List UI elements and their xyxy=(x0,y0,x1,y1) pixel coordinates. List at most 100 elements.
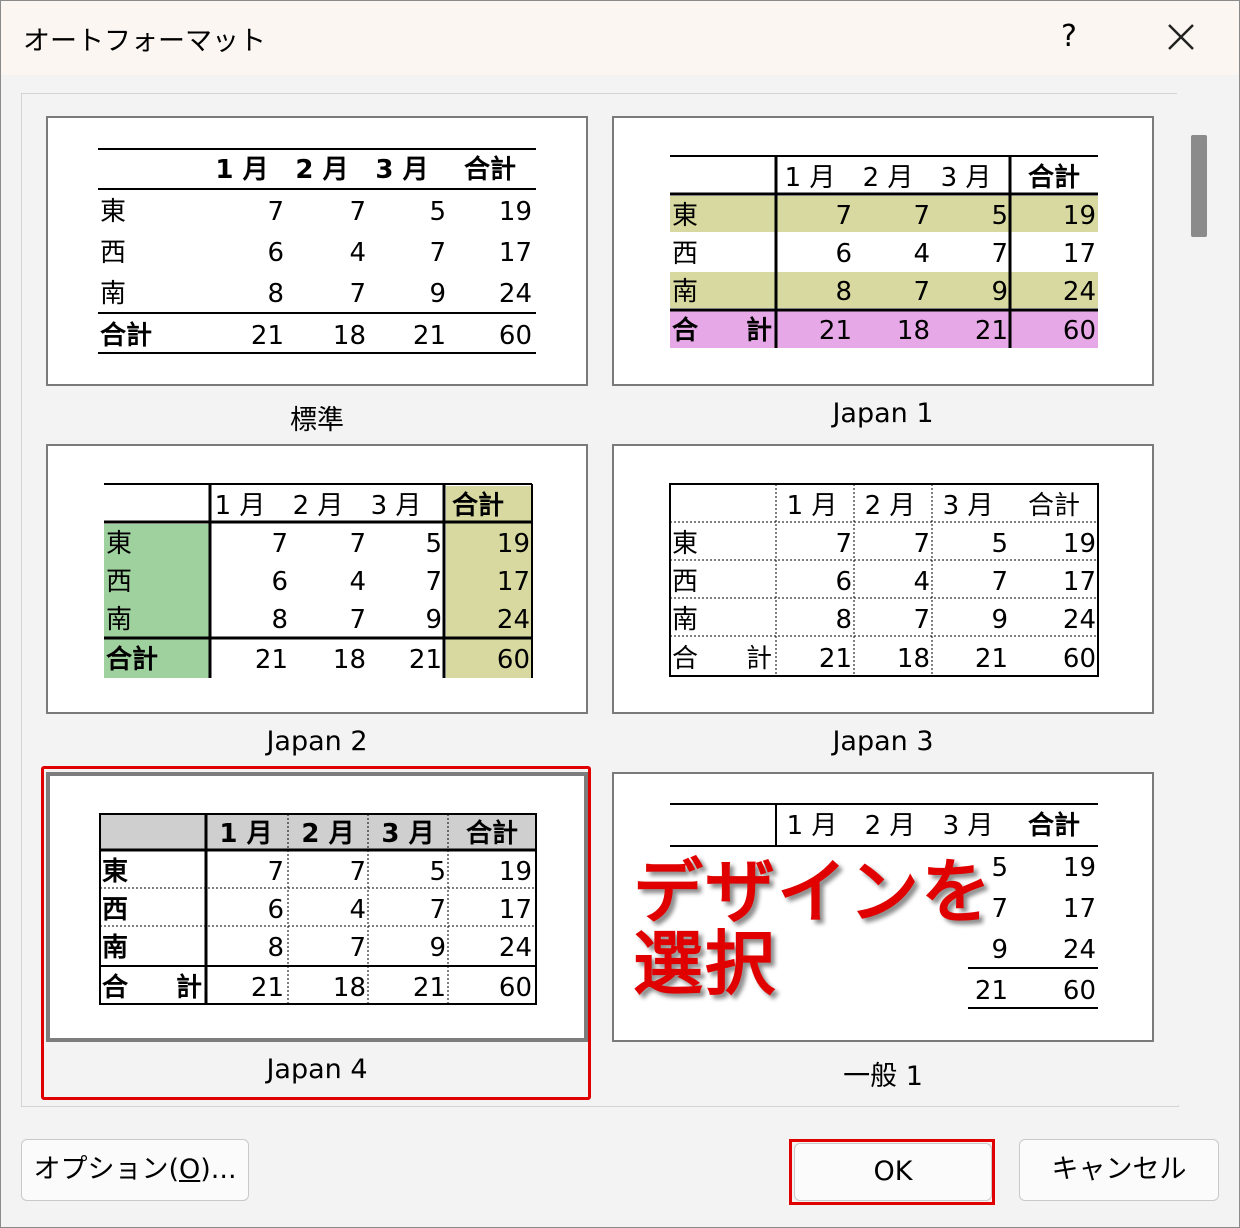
help-button[interactable]: ? xyxy=(1049,15,1089,59)
cell: 9 xyxy=(991,605,1008,635)
cell: 7 xyxy=(349,605,366,635)
cell: 60 xyxy=(1063,976,1096,1006)
cell: 24 xyxy=(1063,935,1096,965)
cell: 60 xyxy=(499,321,532,351)
cell: 8 xyxy=(835,277,852,307)
options-button[interactable]: オプション(O)... xyxy=(21,1139,249,1201)
cell: 7 xyxy=(835,529,852,559)
row-label: 西 xyxy=(100,238,126,268)
cell: 4 xyxy=(349,567,366,597)
total-label: 合 計 xyxy=(672,644,772,674)
month-header: 2 月 xyxy=(865,811,916,841)
cell: 19 xyxy=(497,529,530,559)
cell: 17 xyxy=(497,567,530,597)
cell: 17 xyxy=(1063,567,1096,597)
format-item-standard[interactable]: 1 月 2 月 3 月 合計 東 西 南 合計 7 7 5 19 6 4 7 1… xyxy=(46,116,588,436)
cell: 7 xyxy=(913,605,930,635)
format-preview: 1 月 2 月 3 月 合計 東 西 南 合 計 7 7 5 19 6 4 7 … xyxy=(612,116,1154,386)
cell: 24 xyxy=(1063,277,1096,307)
ok-highlight xyxy=(789,1139,995,1205)
cell: 21 xyxy=(409,645,442,675)
cell: 24 xyxy=(1063,605,1096,635)
cell: 7 xyxy=(349,279,366,309)
format-name: Japan 1 xyxy=(832,398,934,429)
options-label-end: )... xyxy=(200,1154,237,1185)
row-label: 南 xyxy=(106,605,132,635)
month-header: 1 月 xyxy=(785,163,836,193)
month-header: 1 月 xyxy=(787,811,838,841)
options-label: オプション( xyxy=(33,1154,179,1185)
format-item-japan1[interactable]: 1 月 2 月 3 月 合計 東 西 南 合 計 7 7 5 19 6 4 7 … xyxy=(612,116,1154,429)
preview-japan2: 1 月 2 月 3 月 合計 東 西 南 合計 7 7 5 19 6 4 7 1… xyxy=(104,483,533,678)
close-button[interactable] xyxy=(1153,13,1209,61)
cell: 5 xyxy=(991,853,1008,883)
row-label: 西 xyxy=(672,239,698,269)
cell: 7 xyxy=(835,201,852,231)
cell: 5 xyxy=(991,529,1008,559)
row-label: 東 xyxy=(100,197,126,227)
cancel-button[interactable]: キャンセル xyxy=(1019,1139,1219,1201)
annotation-callout: デザインを 選択 xyxy=(633,856,993,1000)
gallery-scrollbar[interactable] xyxy=(1177,93,1217,1105)
cell: 18 xyxy=(897,644,930,674)
total-header: 合計 xyxy=(1028,491,1080,521)
cell: 7 xyxy=(271,529,288,559)
cell: 60 xyxy=(1063,644,1096,674)
format-item-japan3[interactable]: 1 月 2 月 3 月 合計 東 西 南 合 計 7 7 5 19 6 4 7 … xyxy=(612,444,1154,757)
month-header: 2 月 xyxy=(293,491,344,521)
cell: 18 xyxy=(333,321,366,351)
cell: 7 xyxy=(425,567,442,597)
cell: 7 xyxy=(913,529,930,559)
row-label: 西 xyxy=(672,567,698,597)
annotation-line: デザインを xyxy=(633,851,993,933)
month-header: 1 月 xyxy=(215,491,266,521)
total-label: 合計 xyxy=(106,644,158,675)
format-preview: 1 月 2 月 3 月 合計 東 西 南 合 計 7 7 5 19 6 4 7 … xyxy=(612,444,1154,714)
cell: 60 xyxy=(497,645,530,675)
cell: 17 xyxy=(499,238,532,268)
cell: 5 xyxy=(425,529,442,559)
month-header: 1 月 xyxy=(215,155,268,185)
cell: 17 xyxy=(1063,894,1096,924)
total-label: 合 計 xyxy=(672,315,772,346)
cell: 7 xyxy=(913,277,930,307)
cell: 5 xyxy=(429,197,446,227)
cell: 19 xyxy=(1063,529,1096,559)
title-bar: オートフォーマット ? xyxy=(1,1,1239,75)
cell: 4 xyxy=(913,239,930,269)
cell: 19 xyxy=(499,197,532,227)
cell: 21 xyxy=(975,316,1008,346)
format-name: 一般 1 xyxy=(843,1061,923,1092)
preview-standard: 1 月 2 月 3 月 合計 東 西 南 合計 7 7 5 19 6 4 7 1… xyxy=(98,148,536,354)
preview-japan3: 1 月 2 月 3 月 合計 東 西 南 合 計 7 7 5 19 6 4 7 … xyxy=(669,483,1099,677)
cell: 21 xyxy=(819,644,852,674)
cell: 4 xyxy=(349,238,366,268)
total-header: 合計 xyxy=(452,490,504,521)
cell: 9 xyxy=(425,605,442,635)
scrollbar-thumb[interactable] xyxy=(1191,135,1207,237)
cell: 21 xyxy=(413,321,446,351)
preview-japan1: 1 月 2 月 3 月 合計 東 西 南 合 計 7 7 5 19 6 4 7 … xyxy=(670,155,1098,348)
close-icon xyxy=(1168,24,1194,50)
row-label: 南 xyxy=(672,605,698,635)
cell: 5 xyxy=(991,201,1008,231)
cell: 7 xyxy=(349,197,366,227)
cell: 17 xyxy=(1063,239,1096,269)
cell: 6 xyxy=(835,567,852,597)
format-name: Japan 2 xyxy=(266,726,368,757)
cell: 24 xyxy=(499,279,532,309)
cell: 9 xyxy=(429,279,446,309)
format-name: Japan 3 xyxy=(832,726,934,757)
cell: 7 xyxy=(991,894,1008,924)
cell: 7 xyxy=(349,529,366,559)
cell: 8 xyxy=(267,279,284,309)
cell: 7 xyxy=(429,238,446,268)
row-label: 西 xyxy=(106,567,132,597)
row-label: 南 xyxy=(672,277,698,307)
total-header: 合計 xyxy=(1028,810,1080,841)
total-header: 合計 xyxy=(1028,162,1080,193)
total-header: 合計 xyxy=(464,154,516,185)
format-item-japan2[interactable]: 1 月 2 月 3 月 合計 東 西 南 合計 7 7 5 19 6 4 7 1… xyxy=(46,444,588,757)
cell: 19 xyxy=(1063,853,1096,883)
autoformat-dialog: オートフォーマット ? 1 月 2 月 3 月 合計 東 西 南 合計 7 7 … xyxy=(0,0,1240,1228)
